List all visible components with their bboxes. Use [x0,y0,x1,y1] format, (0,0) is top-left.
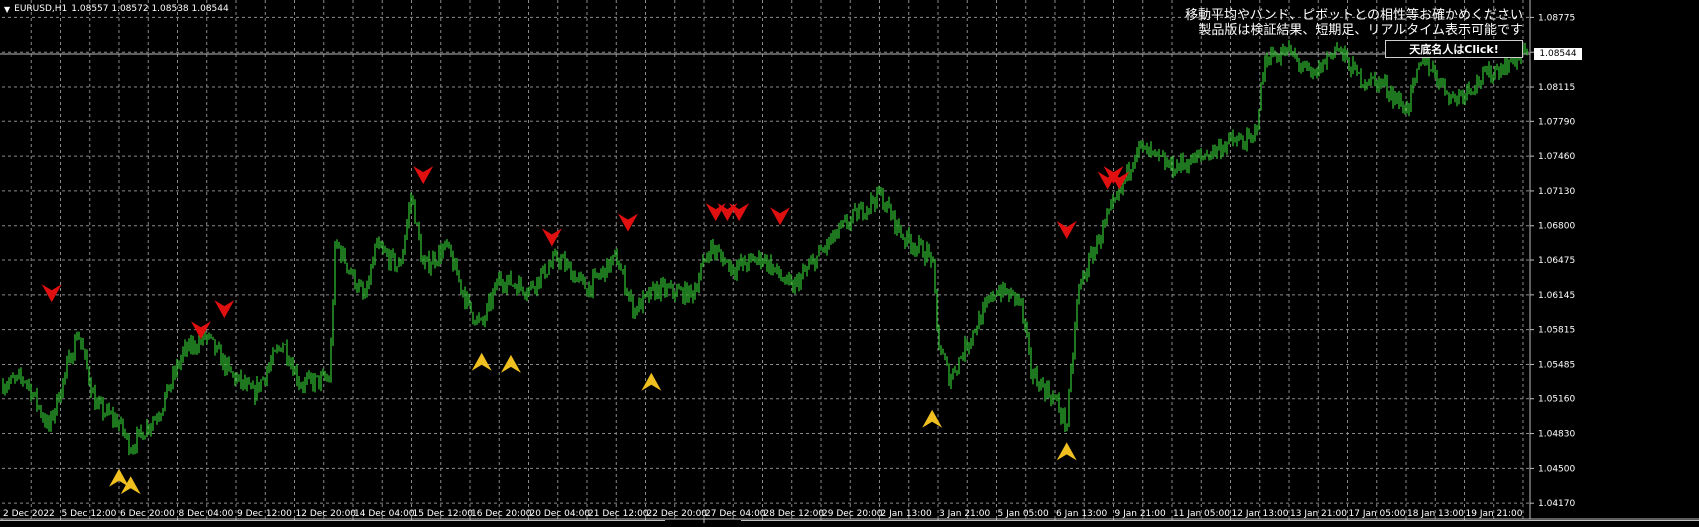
time-label: 28 Dec 12:00 [764,509,825,519]
time-label: 11 Jan 05:00 [1173,509,1230,519]
time-label: 5 Jan 05:00 [998,509,1050,519]
price-label: 1.07790 [1538,117,1575,127]
time-label: 20 Dec 04:00 [530,509,591,519]
price-chart[interactable]: 1.087751.084451.081151.077901.074601.071… [0,0,1699,526]
time-label: 6 Jan 13:00 [1056,509,1108,519]
price-series [2,40,1528,456]
price-label: 1.08115 [1538,83,1575,93]
ohlc-label: 1.08557 1.08572 1.08538 1.08544 [71,4,229,14]
time-label: 16 Dec 20:00 [471,509,532,519]
time-label: 13 Jan 21:00 [1290,509,1347,519]
buy-arrow-icon [1056,442,1077,461]
time-label: 27 Dec 04:00 [705,509,766,519]
price-label: 1.04170 [1538,499,1575,509]
time-label: 14 Dec 04:00 [354,509,415,519]
price-label: 1.05485 [1538,360,1575,370]
price-label: 1.06800 [1538,222,1575,232]
buy-arrow-icon [109,468,129,487]
price-label: 1.07130 [1538,187,1575,197]
time-label: 6 Dec 20:00 [120,509,175,519]
time-label: 15 Dec 12:00 [413,509,474,519]
sell-arrow-icon [190,321,211,340]
price-label: 1.04830 [1538,430,1575,440]
price-label: 1.07460 [1538,152,1575,162]
time-label: 17 Jan 05:00 [1349,509,1406,519]
signal-layer [41,166,1130,495]
time-label: 8 Dec 04:00 [179,509,234,519]
time-label: 12 Dec 20:00 [296,509,357,519]
buy-arrow-icon [922,409,943,428]
triangle-down-icon[interactable]: ▼ [4,5,10,14]
grid-layer [2,0,1530,519]
price-axis: 1.087751.084451.081151.077901.074601.071… [1530,13,1575,509]
sell-arrow-icon [1056,221,1077,240]
price-label: 1.05815 [1538,326,1575,336]
time-label: 21 Dec 12:00 [588,509,649,519]
time-label: 12 Jan 13:00 [1232,509,1289,519]
sell-arrow-icon [770,207,791,226]
time-label: 18 Jan 13:00 [1407,509,1464,519]
time-label: 5 Dec 12:00 [62,509,117,519]
price-label: 1.06145 [1538,291,1575,301]
time-label: 19 Jan 21:00 [1466,509,1523,519]
time-label: 9 Jan 21:00 [1115,509,1167,519]
sell-arrow-icon [413,166,434,185]
price-label: 1.08775 [1538,13,1575,23]
sell-arrow-icon [541,228,562,247]
sell-arrow-icon [617,213,638,232]
sell-arrow-icon [214,300,235,319]
time-label: 2 Dec 2022 [3,509,55,519]
buy-arrow-icon [500,354,521,373]
time-label: 2 Jan 13:00 [881,509,933,519]
notice-text: 移動平均やバンド、ピボットとの相性等お確かめください 製品版は検証結果、短期足、… [1185,8,1523,38]
notice-line-2: 製品版は検証結果、短期足、リアルタイム表示可能です [1198,23,1523,38]
time-label: 22 Dec 20:00 [647,509,708,519]
time-label: 29 Dec 20:00 [822,509,883,519]
time-label: 3 Jan 21:00 [939,509,991,519]
price-label: 1.04500 [1538,464,1575,474]
buy-arrow-icon [471,352,492,371]
current-price-tag: 1.08544 [1534,48,1582,60]
price-label: 1.06475 [1538,256,1575,266]
symbol-bar: ▼ EURUSD,H1 1.08557 1.08572 1.08538 1.08… [4,4,229,14]
notice-line-1: 移動平均やバンド、ピボットとの相性等お確かめください [1184,8,1523,23]
sell-arrow-icon [41,284,62,303]
promo-button[interactable]: 天底名人はClick! [1385,40,1523,58]
buy-arrow-icon [641,372,662,391]
time-label: 9 Dec 12:00 [237,509,292,519]
price-label: 1.05160 [1538,395,1575,405]
symbol-label: EURUSD,H1 [14,4,68,14]
